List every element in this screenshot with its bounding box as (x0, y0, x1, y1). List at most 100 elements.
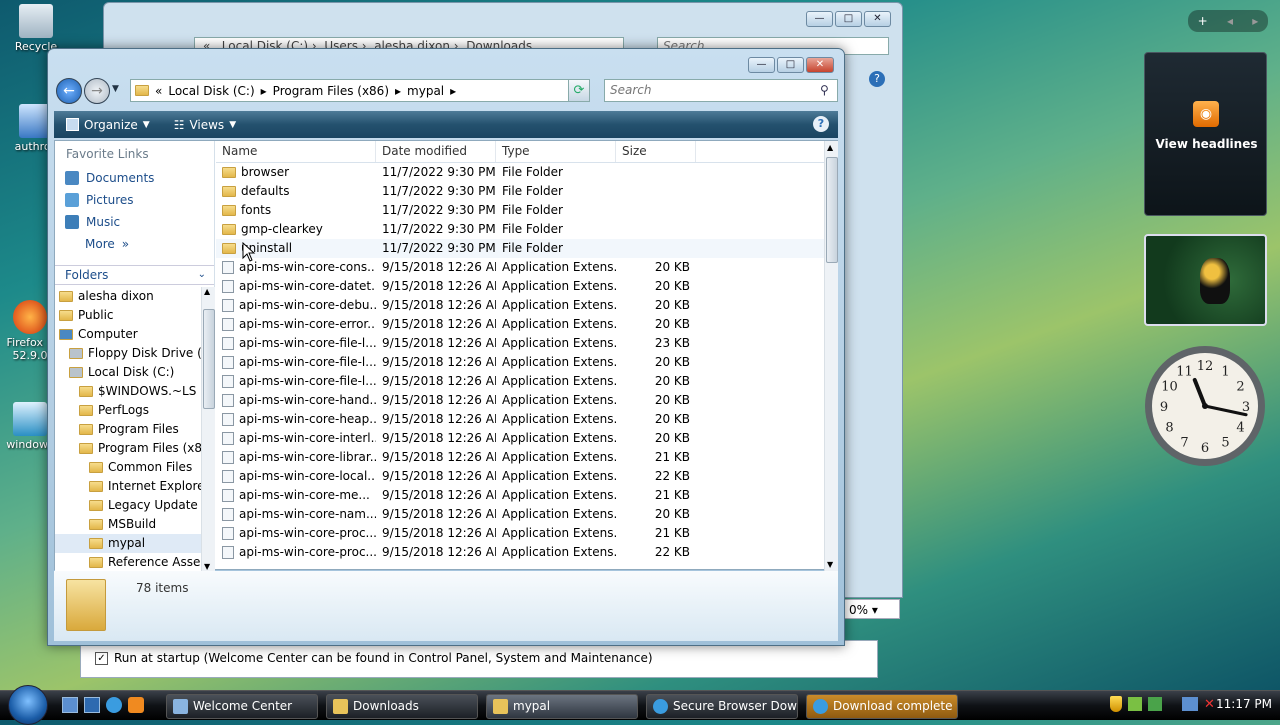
file-row[interactable]: api-ms-win-core-file-l... 9/15/2018 12:26… (216, 353, 824, 372)
tree-item[interactable]: MSBuild (55, 515, 201, 534)
address-part[interactable]: mypal (407, 84, 444, 98)
column-header-size[interactable]: Size (616, 141, 696, 162)
file-row[interactable]: uninstall 11/7/2022 9:30 PM File Folder (216, 239, 824, 258)
tree-item[interactable]: PerfLogs (55, 401, 201, 420)
column-header-type[interactable]: Type (496, 141, 616, 162)
tree-item[interactable]: Local Disk (C:) (55, 363, 201, 382)
organize-button[interactable]: Organize ▼ (54, 118, 162, 132)
help-icon[interactable]: ? (869, 71, 885, 87)
file-row[interactable]: api-ms-win-core-hand... 9/15/2018 12:26 A… (216, 391, 824, 410)
scroll-down-icon[interactable]: ▼ (827, 560, 833, 569)
taskbar-item-secure-browser[interactable]: Secure Browser Dow... (646, 694, 798, 719)
address-part[interactable]: Program Files (x86) (273, 84, 389, 98)
view-headlines-label[interactable]: View headlines (1145, 137, 1268, 151)
file-row[interactable]: api-ms-win-core-librar... 9/15/2018 12:26… (216, 448, 824, 467)
file-row[interactable]: api-ms-win-core-file-l... 9/15/2018 12:26… (216, 334, 824, 353)
desktop-icon-recycle-bin[interactable]: Recycle (6, 4, 66, 53)
show-desktop-icon[interactable] (62, 697, 78, 713)
forward-button[interactable]: → (84, 78, 110, 104)
tree-item[interactable]: alesha dixon (55, 287, 201, 306)
run-at-startup-checkbox[interactable]: ✓ (95, 651, 108, 665)
update-icon[interactable] (1128, 697, 1142, 711)
favorite-link-pictures[interactable]: Pictures (55, 189, 214, 211)
file-row[interactable]: api-ms-win-core-file-l... 9/15/2018 12:26… (216, 372, 824, 391)
feed-headlines-gadget[interactable]: ◉ View headlines (1144, 52, 1267, 216)
folders-header[interactable]: Folders ⌄ (55, 265, 214, 285)
run-at-startup-row[interactable]: ✓ Run at startup (Welcome Center can be … (95, 651, 653, 665)
mypal-explorer-window[interactable]: — □ ✕ ← → ▼ « Local Disk (C:) ▸ Program F… (47, 48, 845, 646)
taskbar-item-download-complete[interactable]: Download complete (806, 694, 958, 719)
refresh-button[interactable]: ⟳ (568, 79, 590, 102)
file-row[interactable]: api-ms-win-core-me... 9/15/2018 12:26 AM A… (216, 486, 824, 505)
tree-item[interactable]: Legacy Update (55, 496, 201, 515)
file-row[interactable]: api-ms-win-core-proc... 9/15/2018 12:26 A… (216, 524, 824, 543)
file-row[interactable]: defaults 11/7/2022 9:30 PM File Folder (216, 182, 824, 201)
taskbar-clock[interactable]: 11:17 PM (1216, 697, 1272, 711)
next-gadget-icon[interactable]: ▸ (1252, 14, 1258, 28)
file-row[interactable]: api-ms-win-core-local... 9/15/2018 12:26 … (216, 467, 824, 486)
file-row[interactable]: api-ms-win-core-interl... 9/15/2018 12:26… (216, 429, 824, 448)
tree-scrollbar[interactable]: ▲ ▼ (201, 287, 215, 571)
back-button[interactable]: ← (56, 78, 82, 104)
tree-item[interactable]: Internet Explorer (55, 477, 201, 496)
tree-item[interactable]: Reference Assemblies (55, 553, 201, 571)
scroll-up-icon[interactable]: ▲ (204, 287, 210, 296)
switch-windows-icon[interactable] (84, 697, 100, 713)
taskbar-item-downloads[interactable]: Downloads (326, 694, 478, 719)
file-row[interactable]: fonts 11/7/2022 9:30 PM File Folder (216, 201, 824, 220)
tree-item[interactable]: Common Files (55, 458, 201, 477)
add-gadget-icon[interactable]: + (1198, 14, 1208, 28)
address-bar[interactable]: « Local Disk (C:) ▸ Program Files (x86) ▸ … (130, 79, 590, 102)
file-row[interactable]: api-ms-win-core-debu... 9/15/2018 12:26 A… (216, 296, 824, 315)
file-row[interactable]: api-ms-win-core-datet... 9/15/2018 12:26 … (216, 277, 824, 296)
column-header-name[interactable]: Name (216, 141, 376, 162)
minimize-button[interactable]: — (806, 11, 833, 27)
security-shield-icon[interactable] (1110, 696, 1122, 712)
tree-item[interactable]: Program Files (55, 420, 201, 439)
views-button[interactable]: ☷ Views ▼ (162, 118, 248, 132)
media-player-icon[interactable] (128, 697, 144, 713)
file-row[interactable]: api-ms-win-core-nam... 9/15/2018 12:26 AM… (216, 505, 824, 524)
address-part[interactable]: Local Disk (C:) (168, 84, 254, 98)
safely-remove-icon[interactable] (1148, 697, 1162, 711)
file-row[interactable]: api-ms-win-core-proc... 9/15/2018 12:26 A… (216, 543, 824, 562)
taskbar-item-welcome-center[interactable]: Welcome Center (166, 694, 318, 719)
close-button[interactable]: ✕ (806, 57, 834, 73)
internet-explorer-icon[interactable] (106, 697, 122, 713)
column-header-date-modified[interactable]: Date modified (376, 141, 496, 162)
taskbar-item-mypal[interactable]: mypal (486, 694, 638, 719)
tree-item[interactable]: Computer (55, 325, 201, 344)
file-row[interactable]: api-ms-win-core-error... 9/15/2018 12:26 … (216, 315, 824, 334)
file-row[interactable]: browser 11/7/2022 9:30 PM File Folder (216, 163, 824, 182)
scroll-thumb[interactable] (203, 309, 215, 409)
file-row[interactable]: gmp-clearkey 11/7/2022 9:30 PM File Folder (216, 220, 824, 239)
help-icon[interactable]: ? (813, 116, 829, 132)
file-row[interactable]: api-ms-win-core-cons... 9/15/2018 12:26 A… (216, 258, 824, 277)
scroll-thumb[interactable] (826, 157, 838, 263)
scroll-up-icon[interactable]: ▲ (827, 143, 833, 152)
zoom-select[interactable]: 0% ▾ (844, 599, 900, 619)
tree-item[interactable]: Floppy Disk Drive (A:) (55, 344, 201, 363)
file-list-scrollbar[interactable]: ▲ ▼ (824, 141, 838, 571)
maximize-button[interactable]: □ (777, 57, 804, 73)
address-chevron[interactable]: « (155, 84, 162, 98)
minimize-button[interactable]: — (748, 57, 775, 73)
favorite-link-documents[interactable]: Documents (55, 167, 214, 189)
tree-item[interactable]: $WINDOWS.~LS (55, 382, 201, 401)
clock-gadget[interactable]: 1234567891011 12 (1143, 344, 1267, 468)
search-input[interactable]: Search (604, 79, 838, 102)
scroll-down-icon[interactable]: ▼ (204, 562, 210, 571)
favorite-link-music[interactable]: Music (55, 211, 214, 233)
tree-item[interactable]: Public (55, 306, 201, 325)
file-row[interactable]: api-ms-win-core-heap... 9/15/2018 12:26 A… (216, 410, 824, 429)
search-icon[interactable]: ⚲ (820, 83, 829, 97)
network-icon[interactable] (1182, 697, 1198, 711)
recent-pages-dropdown-icon[interactable]: ▼ (112, 84, 119, 94)
tree-item[interactable]: Program Files (x86) (55, 439, 201, 458)
volume-muted-icon[interactable]: ✕ (1204, 697, 1215, 712)
close-button[interactable]: ✕ (864, 11, 891, 27)
more-links-button[interactable]: More » (55, 233, 214, 255)
previous-gadget-icon[interactable]: ◂ (1227, 14, 1233, 28)
tree-item[interactable]: mypal (55, 534, 201, 553)
maximize-button[interactable]: □ (835, 11, 862, 27)
